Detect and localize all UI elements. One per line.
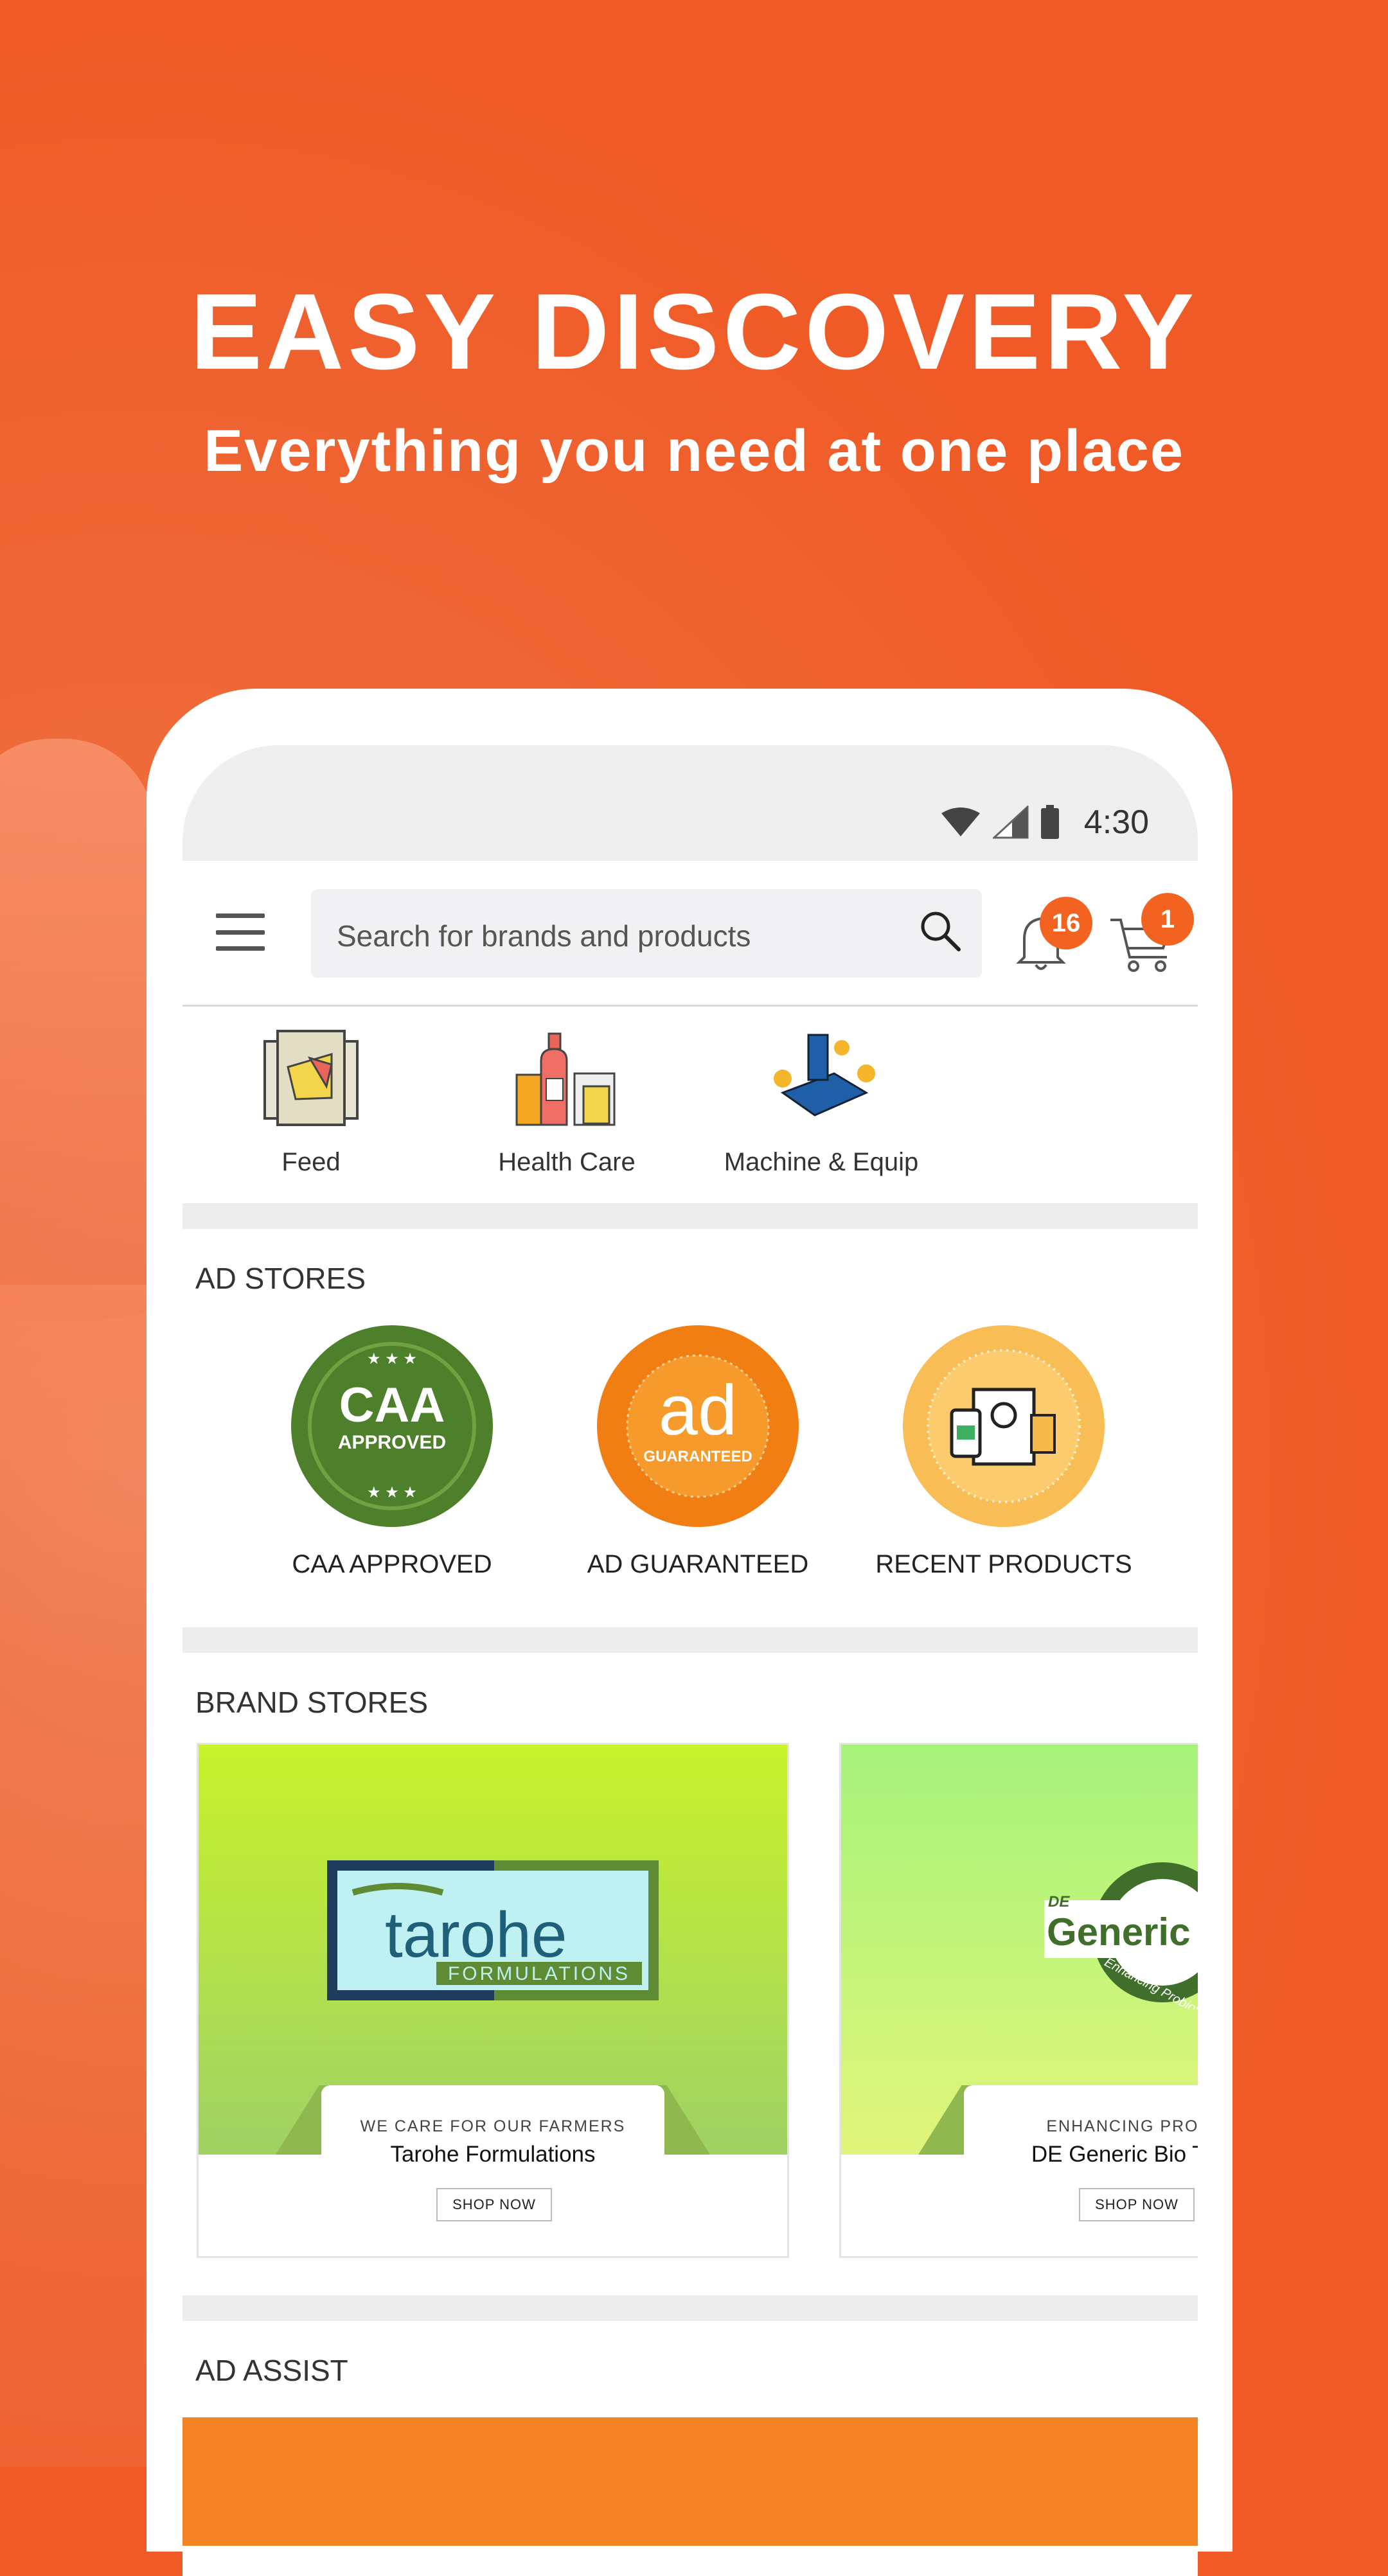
caa-approved-badge-icon: CAA APPROVED ★ ★ ★ ★ ★ ★ — [291, 1325, 493, 1527]
status-bar: 4:30 — [182, 745, 1198, 861]
ad-store-label: CAA APPROVED — [292, 1550, 492, 1578]
category-label: Feed — [281, 1148, 341, 1176]
svg-text:FORMULATIONS: FORMULATIONS — [448, 1963, 630, 1984]
ad-assist-section: AD ASSIST — [182, 2321, 1198, 2576]
category-machine-equip[interactable]: Machine & Equip — [706, 1007, 937, 1203]
search-input[interactable]: Search for brands and products — [311, 889, 982, 978]
signal-icon — [992, 806, 1029, 839]
notifications-badge: 16 — [1040, 897, 1092, 949]
status-time: 4:30 — [1083, 804, 1149, 841]
notifications-button[interactable]: 16 — [1011, 897, 1092, 976]
search-placeholder: Search for brands and products — [337, 919, 751, 953]
svg-text:DE: DE — [1048, 1893, 1070, 1910]
brand-stores-section: BRAND STORES tarohe FORMULATIONS WE CARE… — [182, 1653, 1198, 2295]
phone-frame: 4:30 Search for brands and products 16 1… — [147, 689, 1232, 2576]
svg-text:CAA: CAA — [339, 1378, 445, 1433]
ad-guaranteed-badge-icon: ad GUARANTEED — [597, 1325, 799, 1527]
category-strip: Feed Health Care Machine & Equip — [182, 1007, 1198, 1203]
svg-text:tarohe: tarohe — [385, 1899, 567, 1971]
svg-text:ad: ad — [659, 1371, 737, 1450]
svg-text:★ ★ ★: ★ ★ ★ — [367, 1484, 417, 1501]
aerator-machine-icon — [774, 1034, 875, 1116]
promo-headline: EASY DISCOVERY — [190, 271, 1198, 392]
ad-store-label: RECENT PRODUCTS — [875, 1550, 1132, 1578]
background-person-silhouette — [0, 739, 154, 1317]
ad-stores-section: AD STORES CAA APPROVED ★ ★ ★ ★ ★ ★ CAA A… — [182, 1229, 1198, 1627]
feed-bag-icon — [263, 1030, 359, 1126]
brand-tagline: ENHANCING PRODU — [1046, 2117, 1198, 2135]
svg-text:★ ★ ★: ★ ★ ★ — [367, 1350, 417, 1368]
category-label: Machine & Equip — [724, 1148, 919, 1176]
brand-name: Tarohe Formulations — [390, 2142, 596, 2167]
phone-screen: 4:30 Search for brands and products 16 1… — [182, 745, 1198, 2576]
app-bar: Search for brands and products 16 1 — [182, 861, 1198, 1007]
category-feed[interactable]: Feed — [195, 1007, 427, 1203]
category-health-care[interactable]: Health Care — [451, 1007, 682, 1203]
battery-icon — [1040, 805, 1059, 839]
brand-info-card: ENHANCING PRODU DE Generic Bio Tech — [964, 2085, 1198, 2175]
de-generic-logo: DE Generic Enhancing Probiotics — [1044, 1862, 1198, 2009]
cart-button[interactable]: 1 — [1108, 893, 1194, 976]
health-care-icon — [515, 1032, 616, 1126]
brand-tagline: WE CARE FOR OUR FARMERS — [360, 2117, 626, 2135]
promo-subheadline: Everything you need at one place — [203, 418, 1185, 484]
brand-info-card: WE CARE FOR OUR FARMERS Tarohe Formulati… — [321, 2085, 664, 2175]
shop-now-button[interactable]: SHOP NOW — [436, 2188, 552, 2221]
wifi-icon — [941, 807, 980, 836]
section-title: AD STORES — [195, 1262, 366, 1295]
tarohe-logo: tarohe FORMULATIONS — [327, 1860, 659, 2000]
search-icon[interactable] — [918, 908, 963, 953]
brand-card-de-generic[interactable]: DE Generic Enhancing Probiotics ENHANCIN… — [839, 1743, 1198, 2258]
svg-text:GUARANTEED: GUARANTEED — [643, 1448, 752, 1465]
section-title: AD ASSIST — [195, 2354, 348, 2387]
section-title: BRAND STORES — [195, 1686, 429, 1719]
cart-badge: 1 — [1141, 893, 1194, 946]
brand-card-tarohe[interactable]: tarohe FORMULATIONS WE CARE FOR OUR FARM… — [197, 1743, 789, 2258]
ad-assist-banner[interactable] — [182, 2417, 1198, 2546]
category-label: Health Care — [498, 1148, 636, 1176]
shop-now-button[interactable]: SHOP NOW — [1079, 2188, 1195, 2221]
svg-text:Generic: Generic — [1047, 1910, 1190, 1954]
menu-icon[interactable] — [216, 913, 265, 951]
recent-products-badge-icon — [903, 1325, 1105, 1527]
ad-store-label: AD GUARANTEED — [587, 1550, 809, 1578]
svg-text:APPROVED: APPROVED — [338, 1432, 446, 1453]
brand-name: DE Generic Bio Tech — [1031, 2142, 1198, 2167]
